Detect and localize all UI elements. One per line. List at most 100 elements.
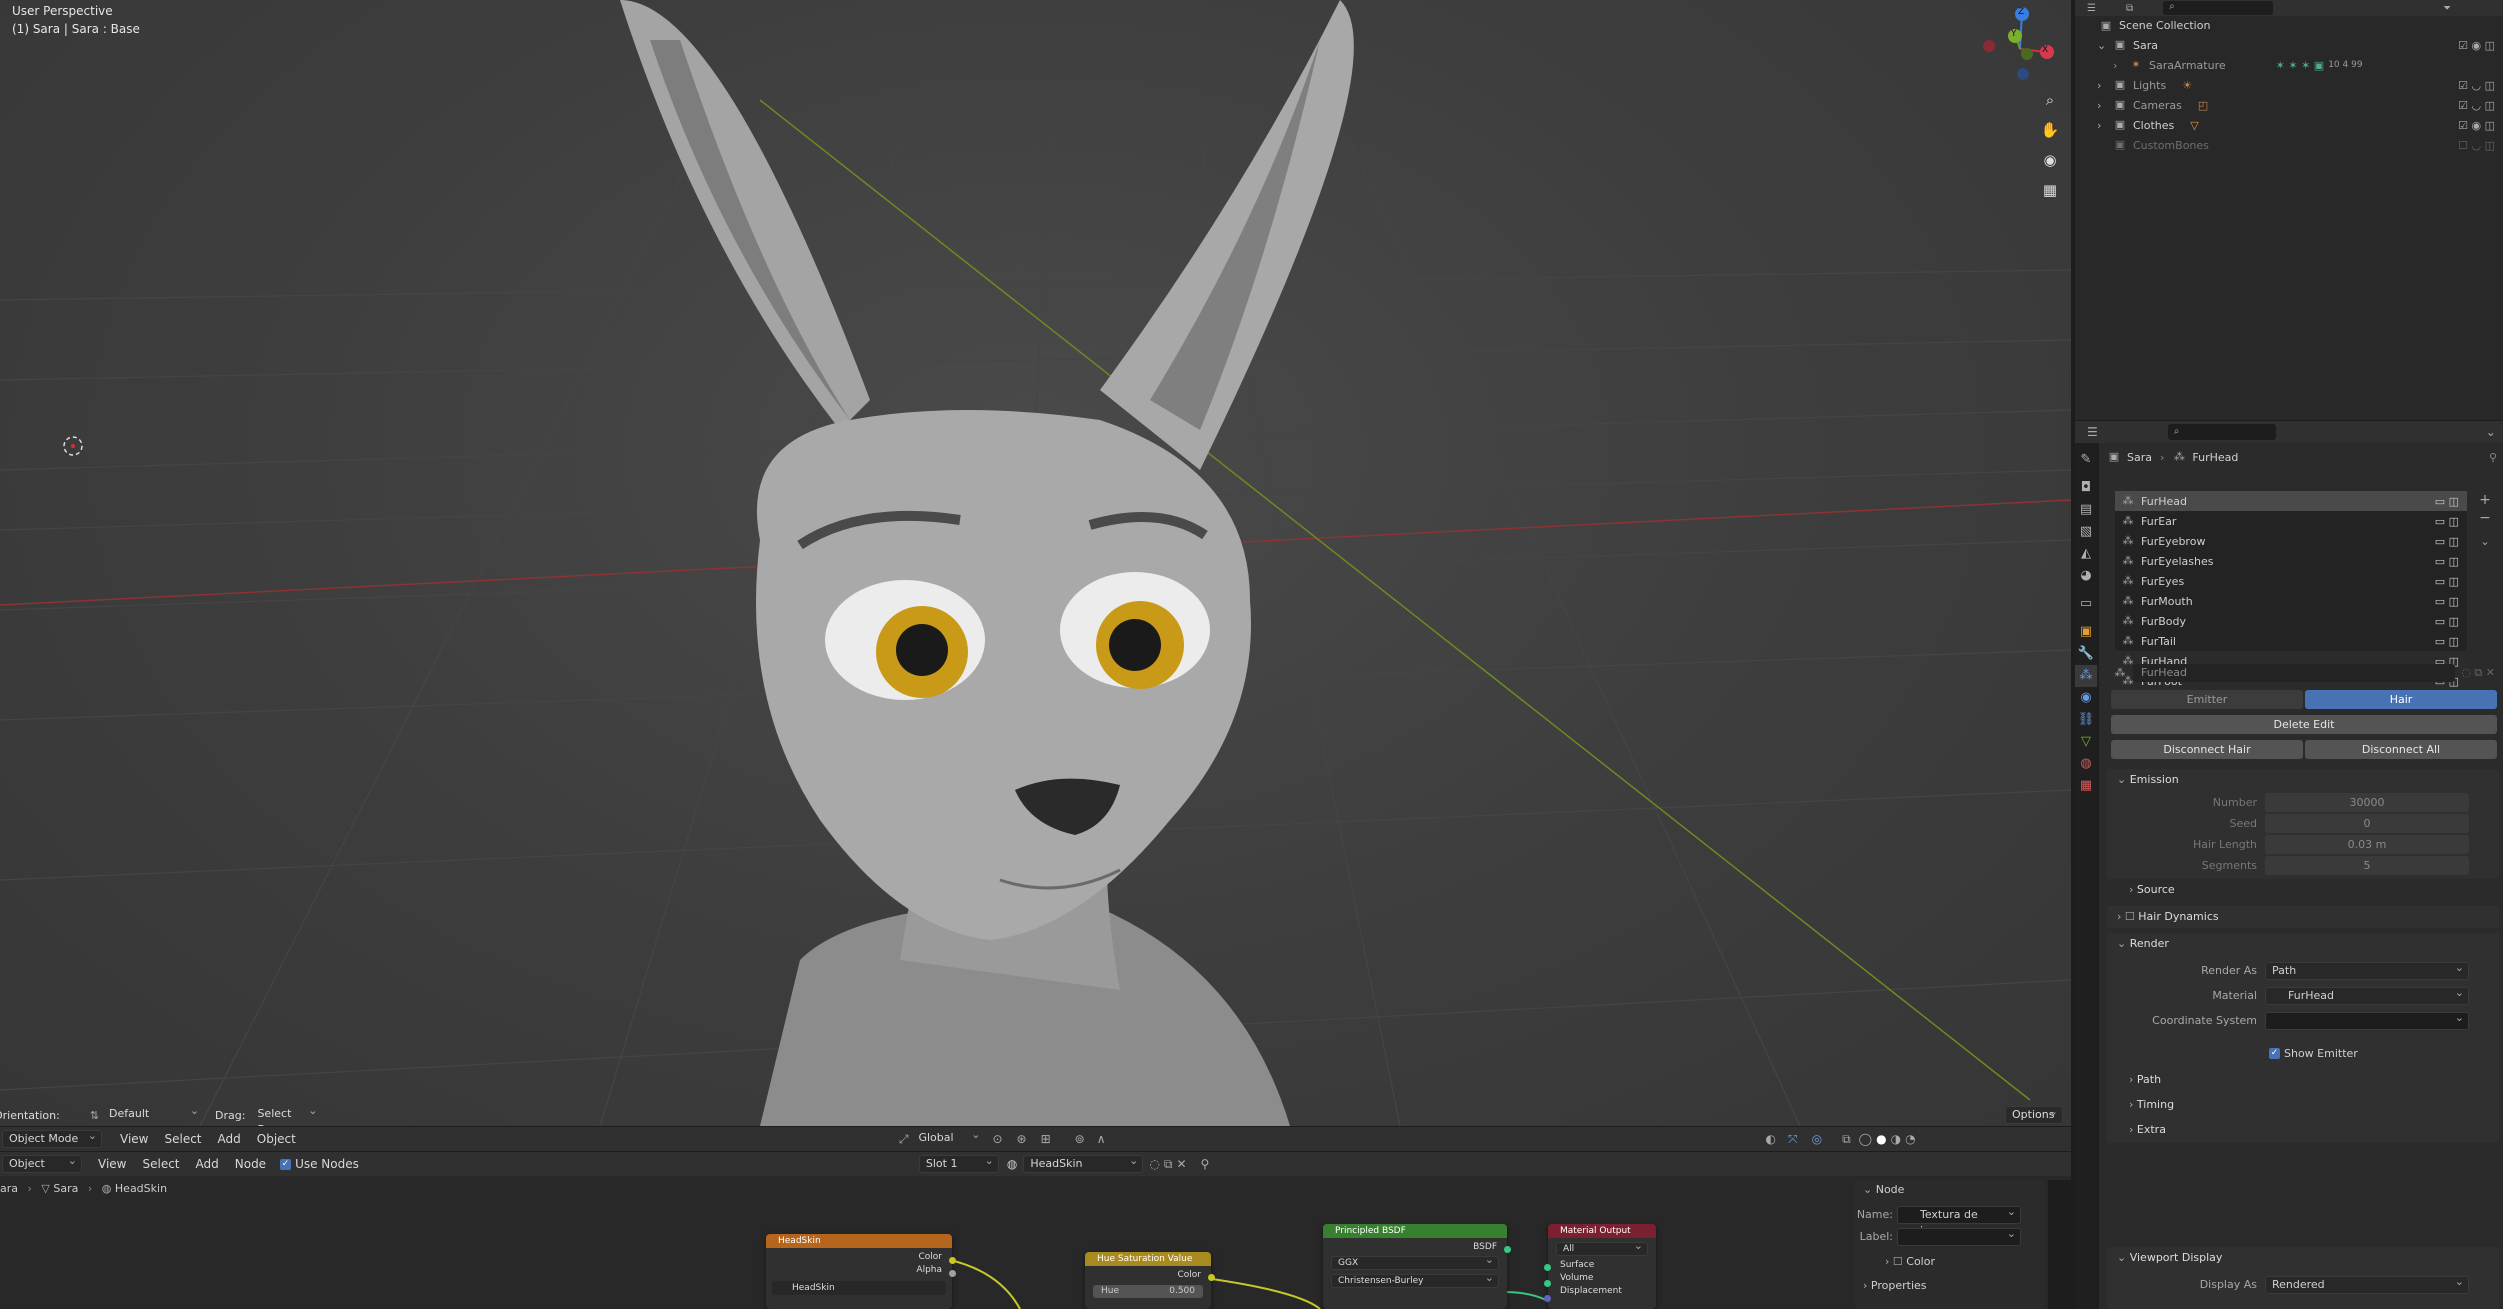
node-label-field[interactable] [1897,1226,2021,1246]
principled-bsdf-node[interactable]: Principled BSDF BSDF GGX Christensen-Bur… [1323,1224,1511,1309]
list-menu-icon[interactable]: ⌄ [2475,533,2495,551]
emission-field-value[interactable]: 5 [2265,856,2469,875]
scene-collection-row[interactable]: ▣ Scene Collection [2075,16,2503,35]
expand-arrow-icon[interactable]: › [2097,79,2113,92]
tool-tab-icon[interactable]: ✎ [2075,449,2097,471]
render-header[interactable]: ⌄ Render [2107,933,2499,955]
properties-search-icon[interactable]: ⌕ [2167,424,2276,440]
remove-system-icon[interactable]: − [2475,509,2495,527]
object-menu[interactable]: Object [249,1132,304,1146]
gizmo-toggle-icon[interactable]: ⤧ [1788,1132,1798,1147]
displacement-socket[interactable] [1544,1295,1551,1302]
character-model[interactable] [620,0,1354,1126]
pin-icon[interactable]: ⚲ [2489,451,2497,464]
properties-editor-type-icon[interactable]: ☰ [2087,425,2098,439]
data-tab-icon[interactable]: ▽ [2075,731,2097,753]
delete-edit-button[interactable]: Delete Edit [2111,715,2497,734]
expand-arrow-icon[interactable]: › [2113,59,2129,72]
modifier-tab-icon[interactable]: 🔧 [2075,643,2097,665]
expand-arrow-icon[interactable]: ⌄ [2097,39,2113,52]
pan-hand-icon[interactable]: ✋ [2038,118,2062,142]
filter-icon[interactable]: ⏷ [2443,3,2451,14]
snap-target-icon[interactable]: ⊞ [1041,1132,1051,1146]
image-texture-node[interactable]: HeadSkin Color Alpha HeadSkin [766,1234,956,1309]
proportional-edit-icon[interactable]: ⊚ [1075,1132,1085,1146]
drag-dropdown[interactable]: Select Box [251,1103,321,1126]
hue-field[interactable]: Hue 0.500 [1093,1285,1203,1298]
emission-header[interactable]: ⌄ Emission [2107,769,2499,791]
mode-dropdown[interactable]: Object Mode [2,1128,102,1148]
viewport-render-toggle-icon[interactable]: ▭ ◫ [2435,575,2459,588]
properties-editor[interactable]: ☰ ⌕ ⌄ ✎ ◘ ▤ ▧ ◭ ◕ ▭ ▣ 🔧 ⁂ ◉ ⛓ ▽ ◍ ▦ ▣ Sa… [2075,421,2503,1309]
source-subpanel[interactable]: › Source [2119,879,2489,901]
subsurface-method-dropdown[interactable]: Christensen-Burley [1331,1272,1499,1288]
expand-arrow-icon[interactable]: › [2097,119,2113,132]
particle-system-row[interactable]: ⁂ FurMouth ▭ ◫ [2115,591,2467,611]
snap-icon[interactable]: ⊛ [1017,1132,1027,1146]
material-tab-icon[interactable]: ◍ [2075,753,2097,775]
viewport-render-toggle-icon[interactable]: ▭ ◫ [2435,495,2459,508]
particles-tab-icon[interactable]: ⁂ [2075,665,2097,687]
particle-system-row[interactable]: ⁂ FurEyebrow ▭ ◫ [2115,531,2467,551]
options-dropdown[interactable]: Options [2005,1104,2063,1124]
visibility-icon[interactable]: ◐ [1766,1132,1776,1146]
navigation-gizmo[interactable]: X Z Y [1975,4,2055,84]
constraints-tab-icon[interactable]: ⛓ [2075,709,2097,731]
object-tab-icon[interactable]: ▣ [2075,621,2097,643]
disconnect-all-button[interactable]: Disconnect All [2305,740,2497,759]
hsv-color-socket[interactable] [1208,1274,1215,1281]
expand-arrow-icon[interactable]: › [2097,99,2113,112]
emission-field-value[interactable]: 0 [2265,814,2469,833]
visibility-toggle-icon[interactable]: ☑ ◡ ◫ [2458,79,2495,92]
disconnect-hair-button[interactable]: Disconnect Hair [2111,740,2303,759]
hair-dynamics-panel[interactable]: › ☐ Hair Dynamics [2107,906,2499,928]
display-mode-icon[interactable]: ⧉ [2126,3,2133,14]
volume-socket[interactable] [1544,1280,1551,1287]
material-output-node[interactable]: Material Output All Surface Volume Displ… [1544,1224,1656,1309]
visibility-toggle-icon[interactable]: ☑ ◡ ◫ [2458,99,2495,112]
overlay-toggle-icon[interactable]: ◎ [1812,1132,1822,1146]
viewport-render-toggle-icon[interactable]: ▭ ◫ [2435,615,2459,628]
node-panel-header[interactable]: ⌄ Node [1855,1180,2045,1200]
add-system-icon[interactable]: + [2475,491,2495,509]
particle-system-row[interactable]: ⁂ FurTail ▭ ◫ [2115,631,2467,651]
viewport-display-header[interactable]: ⌄ Viewport Display [2107,1247,2499,1269]
3d-viewport[interactable]: User Perspective (1) Sara | Sara : Base … [0,0,2071,1126]
editor-type-icon[interactable]: ☰ [2087,3,2096,14]
particle-settings-row[interactable]: ⁂ FurHead ◌ ⧉ ✕ [2113,663,2495,683]
node-sidebar-tabs[interactable] [2048,1180,2071,1309]
outliner-item-clothes[interactable]: › ▣ Clothes ▽ ☑ ◉ ◫ [2075,115,2503,135]
settings-actions-icon[interactable]: ◌ ⧉ ✕ [2461,666,2495,680]
view-layer-tab-icon[interactable]: ▧ [2075,521,2097,543]
image-name-field[interactable]: HeadSkin [772,1281,946,1295]
node-editor[interactable]: Object View Select Add Node ✓ Use Nodes … [0,1152,2071,1309]
xray-icon[interactable]: ⧉ [1842,1132,1851,1147]
transform-orientation-dropdown[interactable]: Global [912,1127,984,1148]
zoom-icon[interactable]: ⌕ [2038,88,2062,112]
outliner-item-sara[interactable]: ⌄ ▣ Sara ☑ ◉ ◫ [2075,35,2503,55]
surface-socket[interactable] [1544,1264,1551,1271]
world-tab-icon[interactable]: ◕ [2075,565,2097,587]
visibility-toggle-icon[interactable]: ☑ ◉ ◫ [2458,39,2495,52]
outliner-item-saraarmature[interactable]: › ✶ SaraArmature ✶ ✶ ✶ ▣ 10 4 99 [2075,55,2503,75]
emission-field-value[interactable]: 30000 [2265,793,2469,812]
emitter-tab[interactable]: Emitter [2111,690,2303,709]
color-socket[interactable] [949,1257,956,1264]
color-subpanel[interactable]: › ☐ Color [1855,1252,2045,1272]
visibility-toggle-icon[interactable]: ☑ ◉ ◫ [2458,119,2495,132]
settings-browse-icon[interactable]: ⁂ [2113,666,2127,680]
viewport-render-toggle-icon[interactable]: ▭ ◫ [2435,635,2459,648]
properties-subpanel[interactable]: › Properties [1855,1276,2045,1296]
outliner[interactable]: ☰ ⧉ ⌕ ⏷ ▣ Scene Collection ⌄ ▣ Sara ☑ ◉ … [2075,0,2503,420]
path-subpanel[interactable]: › Path [2119,1069,2499,1091]
node-name-field[interactable]: Textura de imagem [1897,1204,2021,1237]
particle-system-list[interactable]: ⁂ FurHead ▭ ◫ ⁂ FurEar ▭ ◫ ⁂ FurEyebrow ▭ ◫ ⁂ FurE… [2115,491,2467,708]
distribution-dropdown[interactable]: GGX [1331,1254,1499,1270]
collection-tab-icon[interactable]: ▭ [2075,593,2097,615]
view-menu[interactable]: View [112,1132,156,1146]
display-as-dropdown[interactable]: Rendered [2265,1274,2469,1294]
add-menu[interactable]: Add [210,1132,249,1146]
particle-system-row[interactable]: ⁂ FurEyes ▭ ◫ [2115,571,2467,591]
camera-view-icon[interactable]: ◉ [2038,148,2062,172]
bsdf-socket[interactable] [1504,1246,1511,1253]
